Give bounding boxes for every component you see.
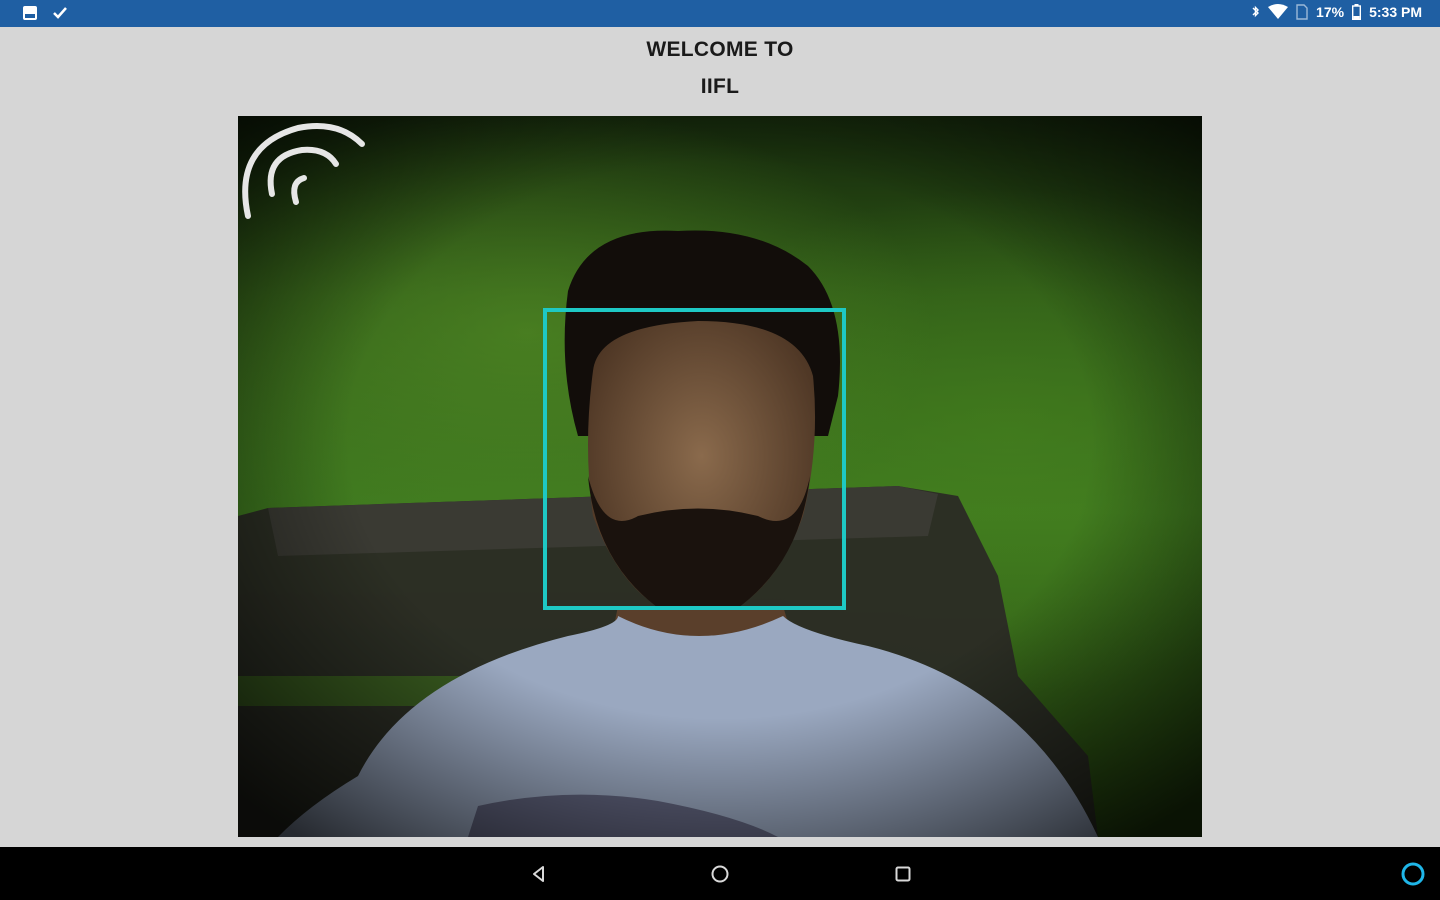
assistant-icon[interactable] (1400, 861, 1426, 887)
clock: 5:33 PM (1369, 4, 1422, 20)
notification-icons (22, 5, 68, 21)
back-icon[interactable] (527, 862, 551, 886)
face-scan-icon (242, 123, 365, 219)
status-bar: 17% 5:33 PM (0, 0, 1440, 27)
battery-icon (1352, 4, 1362, 20)
wifi-icon (1268, 4, 1289, 20)
system-status: 17% 5:33 PM (1252, 4, 1422, 20)
screen: 17% 5:33 PM WELCOME TO IIFL (0, 0, 1440, 900)
check-icon (52, 5, 68, 21)
home-icon[interactable] (708, 862, 732, 886)
navigation-bar (0, 847, 1440, 900)
camera-preview (238, 116, 1202, 837)
bluetooth-icon (1252, 4, 1260, 20)
sim-icon (1296, 4, 1308, 20)
recent-apps-icon[interactable] (891, 862, 915, 886)
gallery-icon (22, 5, 38, 21)
face-detection-frame (543, 308, 846, 610)
brand-title: IIFL (700, 75, 740, 98)
battery-percent: 17% (1316, 4, 1345, 20)
welcome-title: WELCOME TO (646, 38, 794, 61)
